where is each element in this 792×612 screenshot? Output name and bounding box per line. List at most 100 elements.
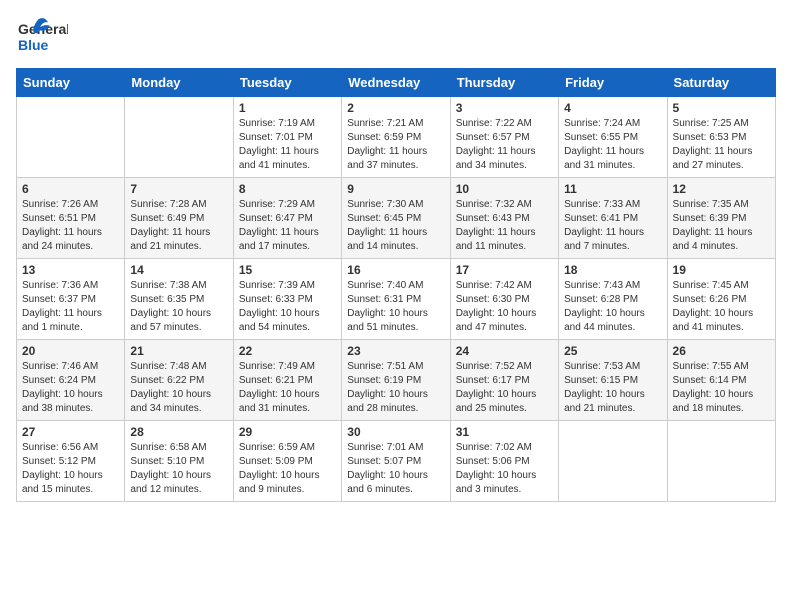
calendar-weekday-header: Saturday (667, 69, 775, 97)
day-info: Sunrise: 7:49 AM Sunset: 6:21 PM Dayligh… (239, 360, 336, 416)
calendar-week-row: 6 Sunrise: 7:26 AM Sunset: 6:51 PM Daylig… (17, 178, 776, 259)
calendar-day-cell: 10 Sunrise: 7:32 AM Sunset: 6:43 PM Dayli… (450, 178, 558, 259)
calendar-week-row: 13 Sunrise: 7:36 AM Sunset: 6:37 PM Dayli… (17, 259, 776, 340)
day-info: Sunrise: 7:46 AM Sunset: 6:24 PM Dayligh… (22, 360, 119, 416)
day-number: 1 (239, 101, 336, 115)
day-number: 24 (456, 344, 553, 358)
day-info: Sunrise: 7:45 AM Sunset: 6:26 PM Dayligh… (673, 279, 770, 335)
calendar-day-cell: 2Sunrise: 7:21 AM Sunset: 6:59 PM Daylig… (342, 97, 450, 178)
day-number: 18 (564, 263, 661, 277)
day-number: 10 (456, 182, 553, 196)
calendar-week-row: 27 Sunrise: 6:56 AM Sunset: 5:12 PM Dayli… (17, 421, 776, 502)
day-info: Sunrise: 7:32 AM Sunset: 6:43 PM Dayligh… (456, 198, 553, 254)
day-info: Sunrise: 7:26 AM Sunset: 6:51 PM Dayligh… (22, 198, 119, 254)
calendar-day-cell: 5Sunrise: 7:25 AM Sunset: 6:53 PM Daylig… (667, 97, 775, 178)
day-info: Sunrise: 7:01 AM Sunset: 5:07 PM Dayligh… (347, 441, 444, 497)
calendar-weekday-header: Sunday (17, 69, 125, 97)
day-info: Sunrise: 7:55 AM Sunset: 6:14 PM Dayligh… (673, 360, 770, 416)
logo: General Blue (16, 16, 68, 60)
day-number: 4 (564, 101, 661, 115)
day-number: 6 (22, 182, 119, 196)
day-number: 7 (130, 182, 227, 196)
day-info: Sunrise: 7:19 AM Sunset: 7:01 PM Dayligh… (239, 117, 336, 173)
day-info: Sunrise: 7:53 AM Sunset: 6:15 PM Dayligh… (564, 360, 661, 416)
day-number: 31 (456, 425, 553, 439)
calendar-day-cell: 20 Sunrise: 7:46 AM Sunset: 6:24 PM Dayli… (17, 340, 125, 421)
calendar-day-cell: 23 Sunrise: 7:51 AM Sunset: 6:19 PM Dayli… (342, 340, 450, 421)
day-number: 25 (564, 344, 661, 358)
calendar-weekday-header: Thursday (450, 69, 558, 97)
day-number: 29 (239, 425, 336, 439)
day-number: 11 (564, 182, 661, 196)
calendar-day-cell: 1 Sunrise: 7:19 AM Sunset: 7:01 PM Daylig… (233, 97, 341, 178)
calendar-day-cell: 17Sunrise: 7:42 AM Sunset: 6:30 PM Dayli… (450, 259, 558, 340)
calendar-day-cell: 7 Sunrise: 7:28 AM Sunset: 6:49 PM Daylig… (125, 178, 233, 259)
calendar-day-cell: 12 Sunrise: 7:35 AM Sunset: 6:39 PM Dayli… (667, 178, 775, 259)
calendar-day-cell (667, 421, 775, 502)
day-number: 12 (673, 182, 770, 196)
day-info: Sunrise: 7:48 AM Sunset: 6:22 PM Dayligh… (130, 360, 227, 416)
day-info: Sunrise: 7:30 AM Sunset: 6:45 PM Dayligh… (347, 198, 444, 254)
day-info: Sunrise: 7:36 AM Sunset: 6:37 PM Dayligh… (22, 279, 119, 335)
calendar-day-cell: 27 Sunrise: 6:56 AM Sunset: 5:12 PM Dayli… (17, 421, 125, 502)
day-info: Sunrise: 7:24 AM Sunset: 6:55 PM Dayligh… (564, 117, 661, 173)
day-number: 19 (673, 263, 770, 277)
calendar-day-cell: 6 Sunrise: 7:26 AM Sunset: 6:51 PM Daylig… (17, 178, 125, 259)
day-info: Sunrise: 7:40 AM Sunset: 6:31 PM Dayligh… (347, 279, 444, 335)
calendar-day-cell: 3Sunrise: 7:22 AM Sunset: 6:57 PM Daylig… (450, 97, 558, 178)
day-number: 14 (130, 263, 227, 277)
calendar-day-cell: 16 Sunrise: 7:40 AM Sunset: 6:31 PM Dayli… (342, 259, 450, 340)
day-number: 28 (130, 425, 227, 439)
day-info: Sunrise: 7:22 AM Sunset: 6:57 PM Dayligh… (456, 117, 553, 173)
calendar-day-cell: 14 Sunrise: 7:38 AM Sunset: 6:35 PM Dayli… (125, 259, 233, 340)
day-info: Sunrise: 7:21 AM Sunset: 6:59 PM Dayligh… (347, 117, 444, 173)
day-info: Sunrise: 6:59 AM Sunset: 5:09 PM Dayligh… (239, 441, 336, 497)
calendar-day-cell: 31 Sunrise: 7:02 AM Sunset: 5:06 PM Dayli… (450, 421, 558, 502)
day-info: Sunrise: 7:02 AM Sunset: 5:06 PM Dayligh… (456, 441, 553, 497)
day-number: 30 (347, 425, 444, 439)
calendar-day-cell: 28 Sunrise: 6:58 AM Sunset: 5:10 PM Dayli… (125, 421, 233, 502)
calendar-weekday-header: Friday (559, 69, 667, 97)
calendar-day-cell: 26 Sunrise: 7:55 AM Sunset: 6:14 PM Dayli… (667, 340, 775, 421)
calendar-day-cell: 30 Sunrise: 7:01 AM Sunset: 5:07 PM Dayli… (342, 421, 450, 502)
calendar-day-cell: 4 Sunrise: 7:24 AM Sunset: 6:55 PM Daylig… (559, 97, 667, 178)
day-info: Sunrise: 7:29 AM Sunset: 6:47 PM Dayligh… (239, 198, 336, 254)
day-info: Sunrise: 7:28 AM Sunset: 6:49 PM Dayligh… (130, 198, 227, 254)
calendar-week-row: 1 Sunrise: 7:19 AM Sunset: 7:01 PM Daylig… (17, 97, 776, 178)
calendar-weekday-header: Monday (125, 69, 233, 97)
day-info: Sunrise: 6:56 AM Sunset: 5:12 PM Dayligh… (22, 441, 119, 497)
day-number: 21 (130, 344, 227, 358)
day-number: 20 (22, 344, 119, 358)
day-number: 16 (347, 263, 444, 277)
day-info: Sunrise: 7:35 AM Sunset: 6:39 PM Dayligh… (673, 198, 770, 254)
calendar-day-cell: 9Sunrise: 7:30 AM Sunset: 6:45 PM Daylig… (342, 178, 450, 259)
calendar-week-row: 20 Sunrise: 7:46 AM Sunset: 6:24 PM Dayli… (17, 340, 776, 421)
day-number: 27 (22, 425, 119, 439)
calendar-day-cell: 19 Sunrise: 7:45 AM Sunset: 6:26 PM Dayli… (667, 259, 775, 340)
svg-text:Blue: Blue (18, 37, 49, 53)
day-info: Sunrise: 6:58 AM Sunset: 5:10 PM Dayligh… (130, 441, 227, 497)
calendar-day-cell: 8 Sunrise: 7:29 AM Sunset: 6:47 PM Daylig… (233, 178, 341, 259)
calendar-day-cell: 22 Sunrise: 7:49 AM Sunset: 6:21 PM Dayli… (233, 340, 341, 421)
page-header: General Blue (16, 16, 776, 60)
day-number: 13 (22, 263, 119, 277)
day-number: 26 (673, 344, 770, 358)
calendar-day-cell: 18Sunrise: 7:43 AM Sunset: 6:28 PM Dayli… (559, 259, 667, 340)
calendar-day-cell: 15 Sunrise: 7:39 AM Sunset: 6:33 PM Dayli… (233, 259, 341, 340)
calendar-day-cell: 21 Sunrise: 7:48 AM Sunset: 6:22 PM Dayli… (125, 340, 233, 421)
calendar-day-cell: 25 Sunrise: 7:53 AM Sunset: 6:15 PM Dayli… (559, 340, 667, 421)
day-info: Sunrise: 7:38 AM Sunset: 6:35 PM Dayligh… (130, 279, 227, 335)
day-info: Sunrise: 7:51 AM Sunset: 6:19 PM Dayligh… (347, 360, 444, 416)
calendar-day-cell: 13 Sunrise: 7:36 AM Sunset: 6:37 PM Dayli… (17, 259, 125, 340)
day-number: 15 (239, 263, 336, 277)
calendar-weekday-header: Tuesday (233, 69, 341, 97)
day-info: Sunrise: 7:52 AM Sunset: 6:17 PM Dayligh… (456, 360, 553, 416)
calendar-day-cell: 24 Sunrise: 7:52 AM Sunset: 6:17 PM Dayli… (450, 340, 558, 421)
day-number: 22 (239, 344, 336, 358)
day-number: 8 (239, 182, 336, 196)
day-info: Sunrise: 7:39 AM Sunset: 6:33 PM Dayligh… (239, 279, 336, 335)
day-number: 23 (347, 344, 444, 358)
day-info: Sunrise: 7:33 AM Sunset: 6:41 PM Dayligh… (564, 198, 661, 254)
calendar-day-cell: 29 Sunrise: 6:59 AM Sunset: 5:09 PM Dayli… (233, 421, 341, 502)
calendar-day-cell: 11 Sunrise: 7:33 AM Sunset: 6:41 PM Dayli… (559, 178, 667, 259)
